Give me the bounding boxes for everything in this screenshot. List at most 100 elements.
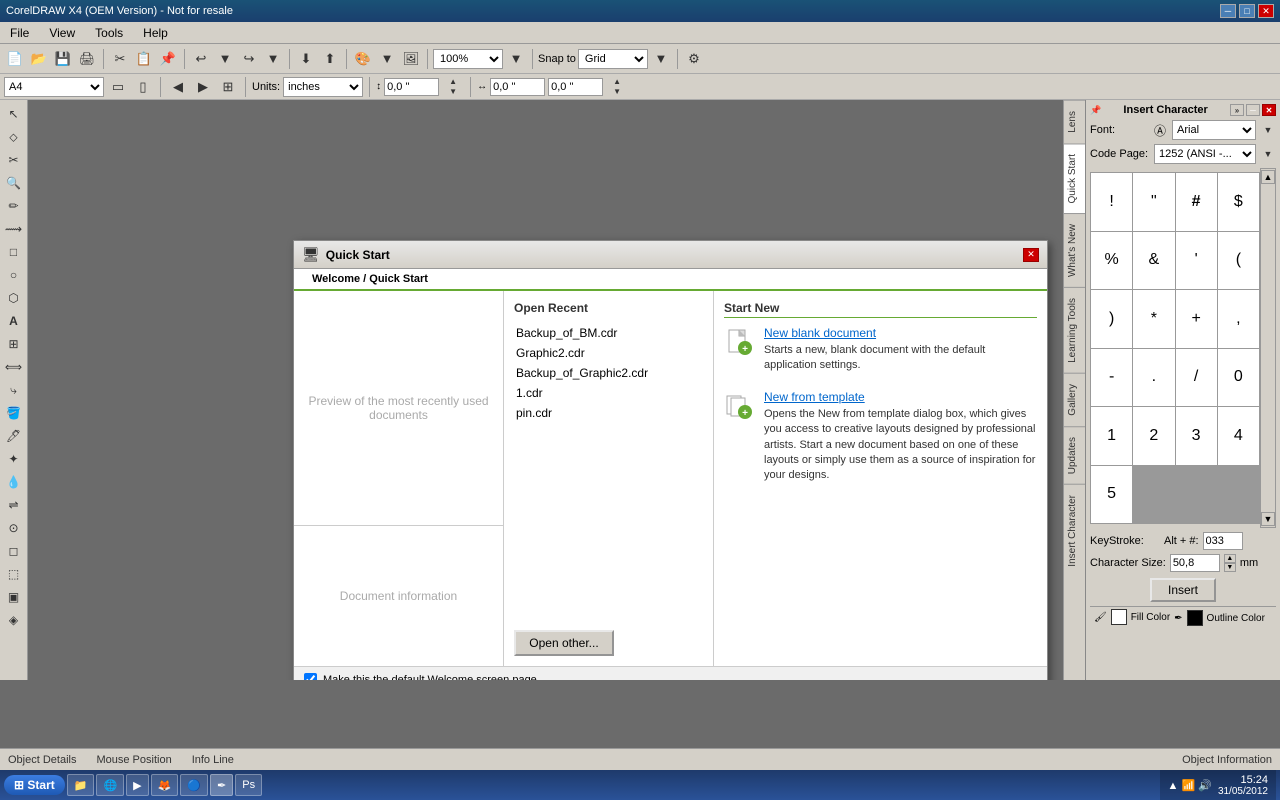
- copy-button[interactable]: 📋: [133, 48, 155, 70]
- canvas-area[interactable]: 🖥 Quick Start ✕ Welcome / Quick Start Pr…: [28, 100, 1085, 680]
- page-orient2[interactable]: ▯: [132, 76, 154, 98]
- char-rparen[interactable]: ): [1091, 290, 1132, 348]
- tool-table[interactable]: ⊞: [3, 333, 25, 355]
- zoom-drop[interactable]: ▼: [505, 48, 527, 70]
- coord-up[interactable]: ▲: [606, 77, 628, 87]
- outline-color-swatch[interactable]: [1187, 610, 1203, 626]
- tool-pointer[interactable]: ↖: [3, 103, 25, 125]
- cut-button[interactable]: ✂: [109, 48, 131, 70]
- char-5[interactable]: 5: [1091, 466, 1132, 524]
- undo-drop[interactable]: ▼: [214, 48, 236, 70]
- zoom-select[interactable]: 100%: [433, 49, 503, 69]
- redo-drop[interactable]: ▼: [262, 48, 284, 70]
- codepage-select[interactable]: 1252 (ANSI -...: [1154, 144, 1256, 164]
- image-button[interactable]: 🖼: [400, 48, 422, 70]
- char-lparen[interactable]: (: [1218, 232, 1259, 290]
- font-drop[interactable]: ▼: [1260, 121, 1276, 139]
- char-hash[interactable]: #: [1176, 173, 1217, 231]
- maximize-button[interactable]: □: [1239, 4, 1255, 18]
- char-star[interactable]: *: [1133, 290, 1174, 348]
- new-blank-title[interactable]: New blank document: [764, 326, 1037, 340]
- new-button[interactable]: 📄: [4, 48, 26, 70]
- keystroke-value[interactable]: [1203, 532, 1243, 550]
- fill-button[interactable]: 🎨: [352, 48, 374, 70]
- scroll-up[interactable]: ▲: [1261, 170, 1275, 184]
- fill-color-swatch[interactable]: [1111, 609, 1127, 625]
- panel-minimize-icon[interactable]: ─: [1246, 104, 1260, 116]
- dialog-close-button[interactable]: ✕: [1023, 248, 1039, 262]
- codepage-drop[interactable]: ▼: [1260, 145, 1276, 163]
- scroll-down[interactable]: ▼: [1261, 512, 1275, 526]
- char-amp[interactable]: &: [1133, 232, 1174, 290]
- page-orient1[interactable]: ▭: [107, 76, 129, 98]
- file-item-4[interactable]: pin.cdr: [514, 403, 703, 423]
- file-item-0[interactable]: Backup_of_BM.cdr: [514, 323, 703, 343]
- char-size-value[interactable]: [1170, 554, 1220, 572]
- redo-button[interactable]: ↪: [238, 48, 260, 70]
- char-dot[interactable]: .: [1133, 349, 1174, 407]
- file-item-1[interactable]: Graphic2.cdr: [514, 343, 703, 363]
- tab-quick-start[interactable]: Quick Start: [1064, 143, 1085, 213]
- tool-freehand[interactable]: ✏: [3, 195, 25, 217]
- taskbar-inkscape[interactable]: ✒: [210, 774, 233, 796]
- pg-layout[interactable]: ⊞: [217, 76, 239, 98]
- panel-close-icon[interactable]: ✕: [1262, 104, 1276, 116]
- units-select[interactable]: inches: [283, 77, 363, 97]
- nav-welcome[interactable]: Welcome / Quick Start: [302, 269, 438, 289]
- taskbar-bluetooth[interactable]: 🔵: [180, 774, 208, 796]
- insert-button[interactable]: Insert: [1150, 578, 1216, 602]
- char-1[interactable]: 1: [1091, 407, 1132, 465]
- char-plus[interactable]: +: [1176, 290, 1217, 348]
- new-blank-item[interactable]: + New blank document Starts a new, blank…: [724, 326, 1037, 374]
- taskbar-media[interactable]: ▶: [126, 774, 148, 796]
- file-item-2[interactable]: Backup_of_Graphic2.cdr: [514, 363, 703, 383]
- open-other-button[interactable]: Open other...: [514, 630, 614, 656]
- char-3[interactable]: 3: [1176, 407, 1217, 465]
- size-down[interactable]: ▼: [1224, 563, 1236, 572]
- pg-next[interactable]: ▶: [192, 76, 214, 98]
- tool-polygon[interactable]: ⬡: [3, 287, 25, 309]
- char-comma[interactable]: ,: [1218, 290, 1259, 348]
- char-minus[interactable]: -: [1091, 349, 1132, 407]
- start-button[interactable]: ⊞ Start: [4, 775, 65, 795]
- file-item-3[interactable]: 1.cdr: [514, 383, 703, 403]
- undo-button[interactable]: ↩: [190, 48, 212, 70]
- char-quote[interactable]: ": [1133, 173, 1174, 231]
- tool-envelope[interactable]: ◻: [3, 540, 25, 562]
- menu-help[interactable]: Help: [137, 24, 174, 42]
- tool-rect[interactable]: □: [3, 241, 25, 263]
- tool-blend[interactable]: ⇌: [3, 494, 25, 516]
- snap-drop[interactable]: ▼: [650, 48, 672, 70]
- char-dollar[interactable]: $: [1218, 173, 1259, 231]
- tool-ellipse[interactable]: ○: [3, 264, 25, 286]
- tool-interactive[interactable]: ✦: [3, 448, 25, 470]
- paste-button[interactable]: 📌: [157, 48, 179, 70]
- tab-updates[interactable]: Updates: [1064, 426, 1085, 484]
- tool-outline[interactable]: 🖊: [3, 425, 25, 447]
- tool-zoom[interactable]: 🔍: [3, 172, 25, 194]
- tab-lens[interactable]: Lens: [1064, 100, 1085, 143]
- tool-smartdraw[interactable]: ⟿: [3, 218, 25, 240]
- tab-gallery[interactable]: Gallery: [1064, 373, 1085, 426]
- export-button[interactable]: ⬆: [319, 48, 341, 70]
- tab-insert-character[interactable]: Insert Character: [1064, 484, 1085, 577]
- char-4[interactable]: 4: [1218, 407, 1259, 465]
- nudge-down[interactable]: ▼: [442, 87, 464, 97]
- y-value[interactable]: [548, 78, 603, 96]
- options-button[interactable]: ⚙: [683, 48, 705, 70]
- size-up[interactable]: ▲: [1224, 554, 1236, 563]
- pg-prev[interactable]: ◀: [167, 76, 189, 98]
- tool-text[interactable]: A: [3, 310, 25, 332]
- taskbar-photoshop[interactable]: Ps: [235, 774, 262, 796]
- tab-learning-tools[interactable]: Learning Tools: [1064, 287, 1085, 373]
- nudge-value[interactable]: [384, 78, 439, 96]
- tool-transparency[interactable]: ◈: [3, 609, 25, 631]
- menu-file[interactable]: File: [4, 24, 35, 42]
- close-button[interactable]: ✕: [1258, 4, 1274, 18]
- fill-drop[interactable]: ▼: [376, 48, 398, 70]
- tab-whats-new[interactable]: What's New: [1064, 213, 1085, 287]
- char-2[interactable]: 2: [1133, 407, 1174, 465]
- tool-dimension[interactable]: ⟺: [3, 356, 25, 378]
- char-exclaim[interactable]: !: [1091, 173, 1132, 231]
- save-button[interactable]: 💾: [52, 48, 74, 70]
